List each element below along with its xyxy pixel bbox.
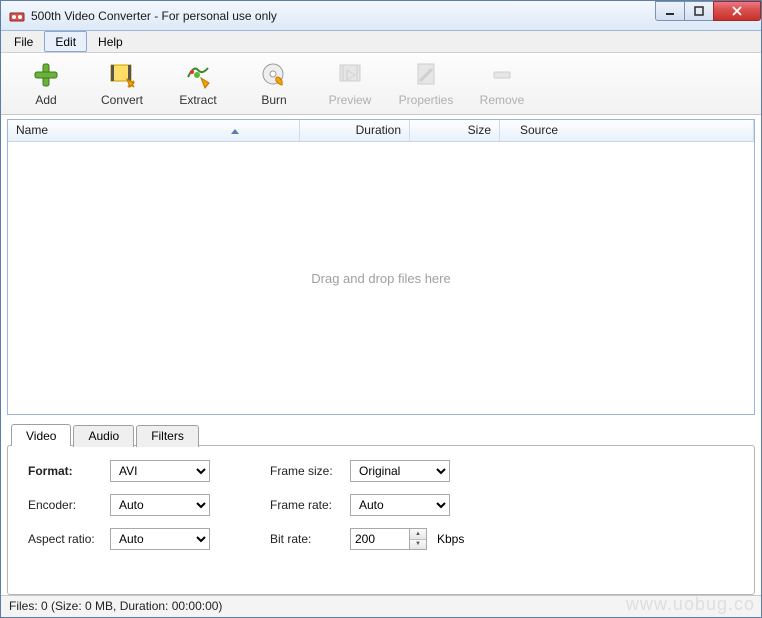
window-controls <box>656 1 761 21</box>
spinner-up-icon[interactable]: ▲ <box>410 529 426 540</box>
status-text: Files: 0 (Size: 0 MB, Duration: 00:00:00… <box>9 599 222 613</box>
add-button[interactable]: Add <box>11 61 81 107</box>
col-name[interactable]: Name <box>8 120 300 141</box>
bitrate-unit: Kbps <box>437 532 464 546</box>
tab-audio[interactable]: Audio <box>73 425 134 447</box>
titlebar: 500th Video Converter - For personal use… <box>1 1 761 31</box>
bitrate-input[interactable] <box>350 528 410 550</box>
burn-button[interactable]: Burn <box>239 61 309 107</box>
close-button[interactable] <box>713 1 761 21</box>
preview-icon <box>336 61 364 89</box>
burn-label: Burn <box>261 93 286 107</box>
minus-icon <box>488 61 516 89</box>
toolbar: Add Convert <box>1 53 761 115</box>
extract-icon <box>184 61 212 89</box>
aspect-label: Aspect ratio: <box>28 532 110 546</box>
burn-icon <box>260 61 288 89</box>
remove-label: Remove <box>480 93 525 107</box>
framerate-select[interactable]: Auto <box>350 494 450 516</box>
bitrate-label: Bit rate: <box>270 532 350 546</box>
list-header: Name Duration Size Source <box>8 120 754 142</box>
remove-button[interactable]: Remove <box>467 61 537 107</box>
properties-icon <box>412 61 440 89</box>
bitrate-spinner[interactable]: ▲ ▼ <box>410 528 427 550</box>
menu-edit[interactable]: Edit <box>44 31 87 52</box>
menu-file[interactable]: File <box>3 31 44 52</box>
convert-icon <box>108 61 136 89</box>
spinner-down-icon[interactable]: ▼ <box>410 540 426 550</box>
menubar: File Edit Help <box>1 31 761 53</box>
properties-button[interactable]: Properties <box>391 61 461 107</box>
tab-video[interactable]: Video <box>11 424 71 446</box>
encoder-label: Encoder: <box>28 498 110 512</box>
extract-button[interactable]: Extract <box>163 61 233 107</box>
aspect-select[interactable]: Auto <box>110 528 210 550</box>
preview-button[interactable]: Preview <box>315 61 385 107</box>
statusbar: Files: 0 (Size: 0 MB, Duration: 00:00:00… <box>1 595 761 617</box>
preview-label: Preview <box>329 93 372 107</box>
file-list[interactable]: Name Duration Size Source Drag and drop … <box>7 119 755 415</box>
properties-label: Properties <box>399 93 454 107</box>
col-size[interactable]: Size <box>410 120 500 141</box>
menu-help[interactable]: Help <box>87 31 134 52</box>
list-body[interactable]: Drag and drop files here <box>8 142 754 414</box>
app-icon <box>9 8 25 24</box>
framesize-label: Frame size: <box>270 464 350 478</box>
convert-label: Convert <box>101 93 143 107</box>
empty-hint: Drag and drop files here <box>311 271 450 286</box>
tab-filters[interactable]: Filters <box>136 425 199 447</box>
col-source[interactable]: Source <box>500 120 754 141</box>
window-title: 500th Video Converter - For personal use… <box>31 9 277 23</box>
watermark: www.uobug.co <box>626 594 755 615</box>
minimize-button[interactable] <box>655 1 685 21</box>
col-duration[interactable]: Duration <box>300 120 410 141</box>
format-label: Format: <box>28 464 110 478</box>
encoder-select[interactable]: Auto <box>110 494 210 516</box>
extract-label: Extract <box>179 93 216 107</box>
format-select[interactable]: AVI <box>110 460 210 482</box>
app-window: 500th Video Converter - For personal use… <box>0 0 762 618</box>
video-settings: Format: AVI Frame size: Original Encoder… <box>8 446 754 564</box>
convert-button[interactable]: Convert <box>87 61 157 107</box>
settings-panel: Video Audio Filters Format: AVI Frame si… <box>7 419 755 595</box>
maximize-button[interactable] <box>684 1 714 21</box>
framerate-label: Frame rate: <box>270 498 350 512</box>
framesize-select[interactable]: Original <box>350 460 450 482</box>
add-label: Add <box>35 93 56 107</box>
settings-tabs: Video Audio Filters <box>11 424 199 446</box>
main-area: Name Duration Size Source Drag and drop … <box>1 115 761 595</box>
plus-icon <box>32 61 60 89</box>
